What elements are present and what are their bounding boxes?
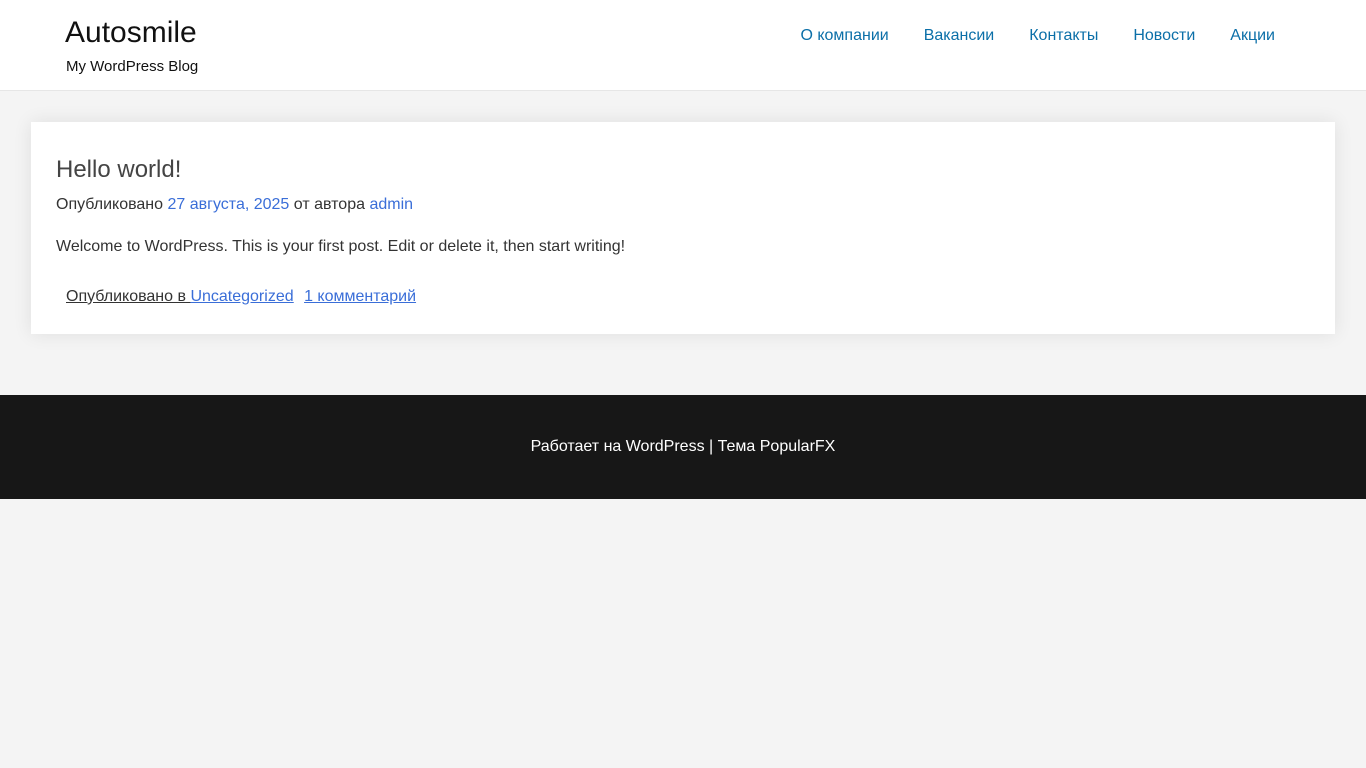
nav-item-about[interactable]: О компании <box>800 26 888 46</box>
nav-item-news[interactable]: Новости <box>1133 26 1195 46</box>
post-meta-prefix: Опубликовано <box>56 196 164 213</box>
post-author-link[interactable]: admin <box>369 196 413 213</box>
site-header: Autosmile My WordPress Blog О компании В… <box>0 0 1366 91</box>
site-footer: Работает на WordPress | Тема PopularFX <box>0 395 1366 499</box>
post-comments-link[interactable]: 1 комментарий <box>304 288 416 305</box>
site-title-link[interactable]: Autosmile <box>65 15 197 51</box>
nav-item-promotions[interactable]: Акции <box>1230 26 1275 46</box>
post-category-prefix: Опубликовано в <box>66 288 186 305</box>
post-meta: Опубликовано 27 августа, 2025 от автора … <box>56 195 413 215</box>
nav-item-vacancies[interactable]: Вакансии <box>924 26 995 46</box>
post-content: Welcome to WordPress. This is your first… <box>56 238 626 255</box>
post-footer: Опубликовано в Uncategorized 1 комментар… <box>66 287 416 307</box>
post-category-link[interactable]: Uncategorized <box>190 288 293 305</box>
post-author-prefix: от автора <box>293 196 365 213</box>
post-title[interactable]: Hello world! <box>56 156 181 184</box>
footer-separator: | <box>709 438 714 455</box>
nav-item-contacts[interactable]: Контакты <box>1029 26 1098 46</box>
post-category-wrap: Опубликовано в Uncategorized <box>66 288 294 305</box>
site-tagline: My WordPress Blog <box>66 58 199 75</box>
footer-credits: Работает на WordPress | Тема PopularFX <box>0 437 1366 457</box>
main-nav: О компании Вакансии Контакты Новости Акц… <box>800 26 1275 46</box>
post-date-link[interactable]: 27 августа, 2025 <box>168 196 290 213</box>
post-card: Hello world! Опубликовано 27 августа, 20… <box>31 122 1335 334</box>
footer-theme-link[interactable]: Тема PopularFX <box>718 438 836 455</box>
footer-wordpress-link[interactable]: Работает на WordPress <box>531 438 705 455</box>
